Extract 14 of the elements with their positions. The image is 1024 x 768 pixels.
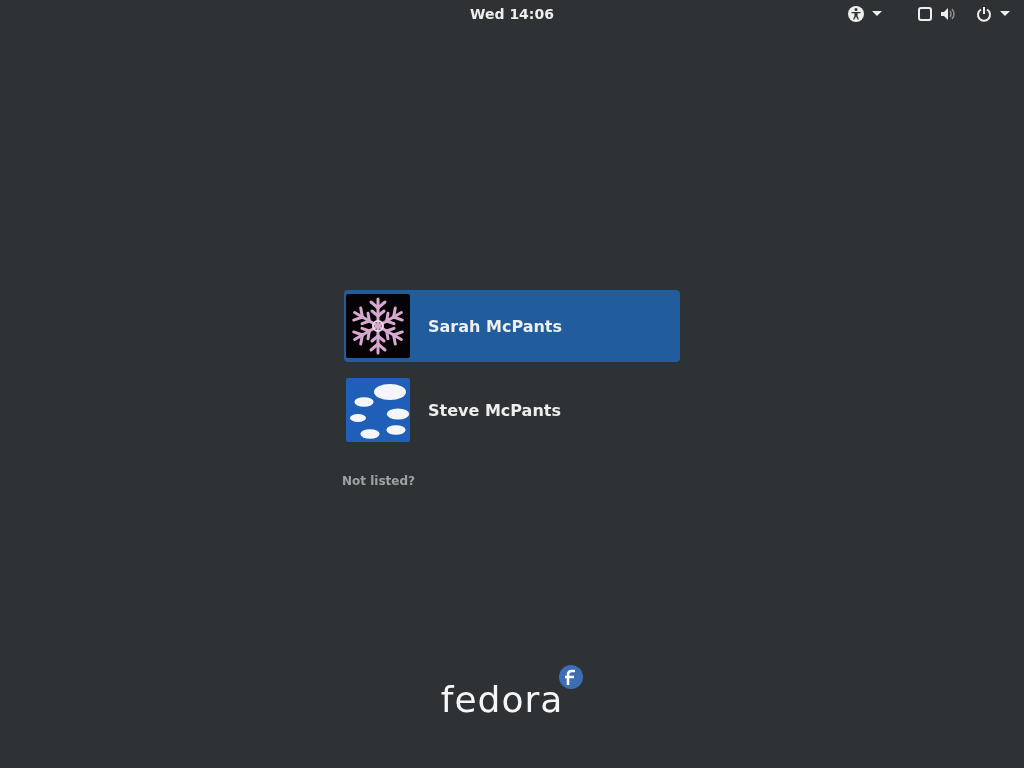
caret-icon: [1000, 11, 1010, 17]
clock[interactable]: Wed 14:06: [470, 6, 554, 22]
logo-wordmark: fedora: [440, 678, 564, 722]
user-list-item[interactable]: Sarah McPants: [344, 290, 680, 362]
not-listed-link[interactable]: Not listed?: [342, 474, 415, 488]
user-list-item[interactable]: Steve McPants: [344, 374, 680, 446]
system-menu-button[interactable]: [918, 6, 1010, 22]
accessibility-menu-button[interactable]: [848, 6, 882, 22]
logo-icon: [559, 665, 584, 689]
caret-icon: [872, 11, 882, 17]
square-icon: [918, 7, 932, 21]
volume-icon: [940, 7, 956, 21]
accessibility-icon: [848, 6, 864, 22]
power-icon: [976, 6, 992, 22]
